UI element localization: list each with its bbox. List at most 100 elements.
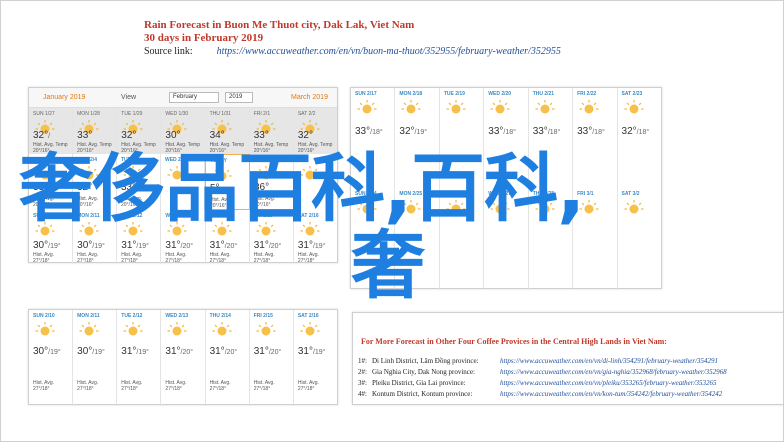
page-title: Rain Forecast in Buon Me Thuot city, Dak… bbox=[144, 19, 415, 31]
temperature: 33° bbox=[121, 182, 136, 193]
day-label: FRI 3/1 bbox=[577, 191, 594, 197]
hist-avg-text: Hist. Avg. 27°/18° bbox=[77, 380, 99, 392]
sunny-weather-icon bbox=[445, 199, 467, 217]
day-cell[interactable]: SUN 2/3 33° Hist. Avg. 20°/16° bbox=[29, 154, 73, 210]
day-label: TODAY bbox=[210, 158, 227, 164]
sunny-weather-icon bbox=[299, 321, 321, 339]
low-temp: /18° bbox=[547, 129, 561, 136]
day-label: WED 2/13 bbox=[165, 313, 189, 319]
link-url[interactable]: https://www.accuweather.com/en/vn/pleiku… bbox=[500, 379, 716, 387]
day-cell[interactable]: TUE 1/29 32° Hist. Avg. Temp 20°/16° bbox=[117, 108, 162, 154]
link-number: 4#: bbox=[358, 390, 367, 398]
day-cell[interactable]: FRI 2/22 33°/18° bbox=[573, 88, 618, 188]
day-cell[interactable]: SUN 2/10 30°/19° Hist. Avg. 27°/18° bbox=[29, 210, 74, 264]
sunny-weather-icon bbox=[211, 166, 233, 184]
day-cell[interactable]: SUN 2/10 30°/19° Hist. Avg. 27°/18° bbox=[29, 310, 74, 406]
sunny-weather-icon bbox=[255, 221, 277, 239]
temperature: 5° bbox=[210, 183, 220, 194]
day-cell[interactable]: TUE 2/5 33° Hist. Avg. 20°/16° bbox=[117, 154, 161, 210]
day-cell[interactable]: WED 2/20 33°/18° bbox=[484, 88, 529, 188]
temperature: 31°/19° bbox=[121, 240, 149, 251]
link-name: Kontum District, Kontum province: bbox=[372, 390, 473, 398]
day-cell[interactable]: MON 1/28 33° Hist. Avg. Temp 20°/16° bbox=[73, 108, 118, 154]
high-temp: 32° bbox=[621, 126, 637, 137]
link-number: 2#: bbox=[358, 368, 367, 376]
link-number: 3#: bbox=[358, 379, 367, 387]
high-temp: 31° bbox=[209, 240, 225, 251]
sunny-weather-icon bbox=[623, 99, 645, 117]
day-cell[interactable]: SUN 1/27 32°/Hist. Avg. Temp 20°/16° bbox=[29, 108, 74, 154]
link-url[interactable]: https://www.accuweather.com/en/vn/di-lin… bbox=[500, 357, 718, 365]
day-label: FRI 2/22 bbox=[577, 91, 597, 97]
source-line: Source link: https://www.accuweather.com/… bbox=[144, 45, 561, 58]
day-label: TUE 2/19 bbox=[443, 91, 465, 97]
high-temp: 30° bbox=[33, 346, 49, 357]
week-row-1: SUN 1/27 32°/Hist. Avg. Temp 20°/16° MON 1… bbox=[29, 108, 337, 154]
temperature: 30°/19° bbox=[77, 346, 105, 357]
sunny-weather-icon bbox=[78, 221, 100, 239]
day-cell[interactable]: 36° Hist. Avg. 20°/16° bbox=[250, 154, 294, 210]
day-cell[interactable]: TUE 2/12 31°/19° Hist. Avg. 27°/18° bbox=[117, 310, 162, 406]
temperature: 31°/20° bbox=[254, 240, 282, 251]
sunny-weather-icon bbox=[489, 199, 511, 217]
hist-avg-text: Hist. Avg. 27°/18° bbox=[33, 252, 55, 264]
calendar-toolbar: January 2019 View February 2019 March 20… bbox=[29, 88, 337, 108]
temperature: 31°/20° bbox=[254, 346, 282, 357]
high-temp: 31° bbox=[297, 346, 313, 357]
day-cell[interactable]: TUE 2/19 bbox=[440, 88, 485, 188]
day-cell[interactable]: MON 2/18 32°/19° bbox=[395, 88, 440, 188]
source-link[interactable]: https://www.accuweather.com/en/vn/buon-m… bbox=[217, 46, 561, 57]
day-cell[interactable]: WED 1/30 30° Hist. Avg. Temp 20°/16° bbox=[161, 108, 206, 154]
day-cell[interactable]: TODAY 5° Hist. Avg. 20°/16° bbox=[205, 154, 250, 210]
hist-avg-text: Hist. Avg. Temp 20°/16° bbox=[209, 142, 245, 154]
day-cell[interactable]: MON 2/11 30°/19° Hist. Avg. 27°/18° bbox=[73, 210, 118, 264]
week-row-2: SUN 2/3 33° Hist. Avg. 20°/16° MON 2/4 32° Hi… bbox=[29, 154, 337, 210]
day-cell[interactable]: TUE 2/12 31°/19° Hist. Avg. 27°/18° bbox=[117, 210, 162, 264]
low-temp: /19° bbox=[312, 349, 326, 356]
day-cell[interactable]: SAT 2/23 32°/18° bbox=[618, 88, 661, 188]
day-cell[interactable]: FRI 3/1 bbox=[573, 188, 618, 290]
day-cell[interactable]: FRI 2/15 31°/20° Hist. Avg. 27°/18° bbox=[250, 210, 294, 264]
day-cell[interactable]: SAT 2/16 31°/19° Hist. Avg. 27°/18° bbox=[294, 310, 337, 406]
year-select[interactable]: 2019 bbox=[225, 92, 253, 103]
day-cell[interactable]: SAT 3/2 bbox=[618, 188, 661, 290]
day-cell[interactable]: SAT 2/16 31°/19° Hist. Avg. 27°/18° bbox=[294, 210, 337, 264]
month-select[interactable]: February bbox=[169, 92, 219, 103]
hist-avg-text: Hist. Avg. 27°/18° bbox=[297, 252, 319, 264]
day-cell[interactable]: SUN 2/17 33°/18° bbox=[351, 88, 396, 188]
sunny-weather-icon bbox=[122, 221, 144, 239]
link-url[interactable]: https://www.accuweather.com/en/vn/kon-tu… bbox=[500, 390, 722, 398]
day-cell[interactable]: SAT 2/2 32° Hist. Avg. Temp 20°/16° bbox=[293, 108, 337, 154]
day-cell[interactable]: TUE 2/26 bbox=[440, 188, 485, 290]
prev-month-link[interactable]: January 2019 bbox=[43, 94, 85, 101]
day-cell[interactable]: THU 2/14 31°/20° Hist. Avg. 27°/18° bbox=[206, 210, 250, 264]
day-cell[interactable]: WED 2/27 bbox=[484, 188, 529, 290]
day-cell[interactable]: MON 2/4 32° Hist. Avg. 20°/16° bbox=[73, 154, 117, 210]
day-cell[interactable]: MON 2/25 bbox=[395, 188, 440, 290]
hist-avg-text: Hist. Avg. Temp 20°/16° bbox=[33, 142, 68, 154]
low-temp: /20° bbox=[224, 349, 238, 356]
day-cell[interactable]: WED 2/13 31°/20° Hist. Avg. 27°/18° bbox=[161, 310, 206, 406]
day-cell[interactable]: MON 2/11 30°/19° Hist. Avg. 27°/18° bbox=[73, 310, 118, 406]
day-cell[interactable]: THU 1/31 34° Hist. Avg. Temp 20°/16° bbox=[205, 108, 250, 154]
day-cell[interactable]: THU 2/21 33°/18° bbox=[529, 88, 574, 188]
day-cell[interactable] bbox=[294, 154, 337, 210]
low-temp: /19° bbox=[92, 243, 105, 250]
day-cell[interactable]: WED 2/13 31°/20° Hist. Avg. 27°/18° bbox=[161, 210, 206, 264]
day-cell[interactable]: SUN 2/24 bbox=[351, 188, 396, 290]
day-label: THU 2/21 bbox=[532, 91, 555, 97]
day-cell[interactable]: FRI 2/1 33° Hist. Avg. Temp 20°/16° bbox=[249, 108, 294, 154]
day-cell[interactable]: WED 2/6 bbox=[161, 154, 205, 210]
day-cell[interactable]: THU 2/14 31°/20° Hist. Avg. 27°/18° bbox=[206, 310, 250, 406]
temperature: 31°/20° bbox=[210, 240, 238, 251]
sunny-weather-icon bbox=[578, 199, 600, 217]
next-month-link[interactable]: March 2019 bbox=[291, 94, 328, 101]
day-label: MON 2/4 bbox=[77, 157, 98, 163]
day-cell[interactable]: FRI 2/15 31°/20° Hist. Avg. 27°/18° bbox=[250, 310, 294, 406]
temperature: 32°/18° bbox=[622, 126, 650, 137]
temperature: 32°/ bbox=[33, 130, 50, 141]
low-temp: /19° bbox=[48, 243, 61, 250]
link-url[interactable]: https://www.accuweather.com/en/vn/gia-ng… bbox=[500, 368, 727, 376]
day-cell[interactable]: THU 2/28 bbox=[529, 188, 574, 290]
day-label: SAT 2/2 bbox=[297, 111, 316, 117]
